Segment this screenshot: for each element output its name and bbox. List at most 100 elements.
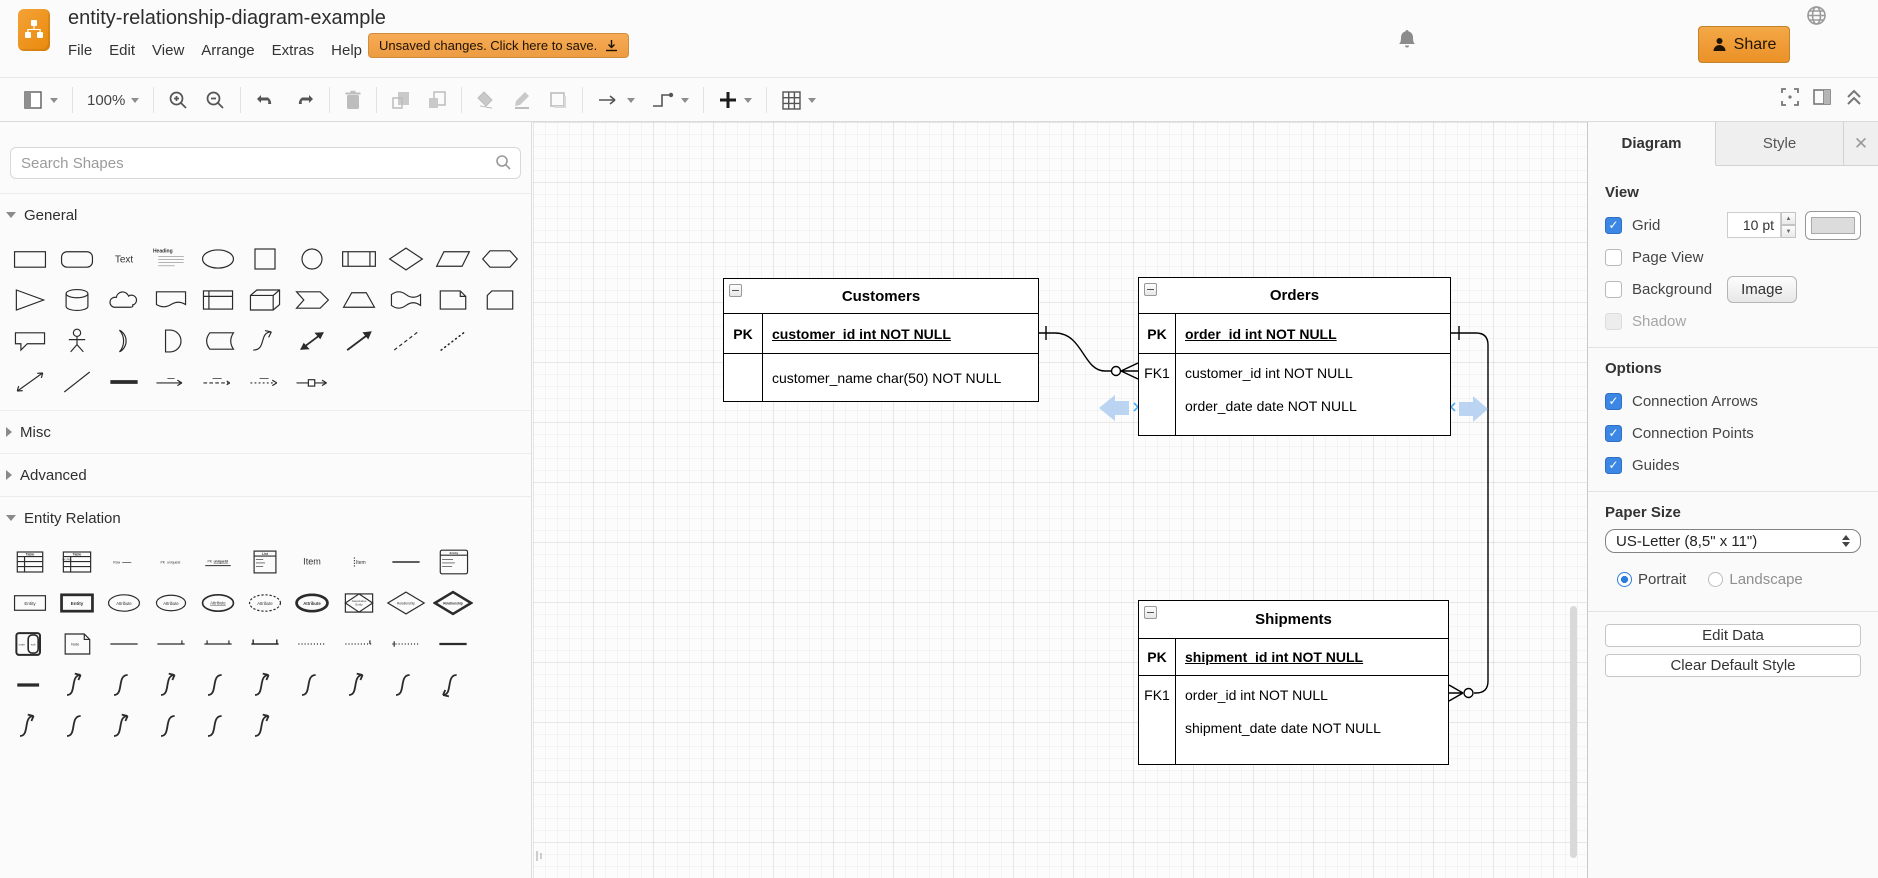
shape-link-tick[interactable] (147, 623, 194, 664)
shape-dashed-line[interactable] (382, 320, 429, 361)
shape-scurve[interactable] (194, 664, 241, 705)
grid-size-input[interactable] (1727, 212, 1781, 238)
shape-text[interactable]: Text (100, 238, 147, 279)
shape-scurve-arrow[interactable] (241, 705, 288, 746)
shape-list[interactable]: List (241, 541, 288, 582)
entity-row[interactable]: PK shipment_id int NOT NULL (1139, 639, 1448, 676)
shape-relationship[interactable]: Relationship (382, 582, 429, 623)
menu-help[interactable]: Help (331, 42, 362, 59)
shape-link-edge[interactable] (147, 361, 194, 402)
entity-row[interactable]: customer_name char(50) NOT NULL (724, 354, 1038, 401)
shape-data-storage[interactable] (194, 320, 241, 361)
shape-cylinder[interactable] (53, 279, 100, 320)
collapse-toolbar-icon[interactable] (1844, 87, 1864, 107)
shape-internal-storage[interactable] (194, 279, 241, 320)
shape-bidirectional-connector[interactable] (6, 361, 53, 402)
shape-attribute[interactable]: Attribute (100, 582, 147, 623)
entity-row[interactable]: PK order_id int NOT NULL (1139, 314, 1450, 354)
menu-arrange[interactable]: Arrange (201, 42, 254, 59)
shape-link-dotted[interactable] (288, 623, 335, 664)
shape-row-pk-underlined[interactable]: PK uniqueId (194, 541, 241, 582)
connection-style-tool[interactable] (589, 85, 643, 115)
edit-data-button[interactable]: Edit Data (1605, 624, 1861, 647)
shape-process[interactable] (335, 238, 382, 279)
tab-diagram[interactable]: Diagram (1588, 122, 1716, 166)
section-general[interactable]: General (0, 193, 531, 236)
grid-size-stepper[interactable]: ▲ ▼ (1781, 212, 1796, 238)
app-logo-icon[interactable] (18, 9, 50, 51)
paper-size-select[interactable]: US-Letter (8,5" x 11") (1605, 529, 1861, 553)
canvas-resize-icon[interactable] (535, 849, 545, 867)
zoom-in-button[interactable] (160, 85, 197, 115)
shape-scurve[interactable] (288, 664, 335, 705)
collapse-icon[interactable] (1144, 606, 1157, 619)
shadow-checkbox[interactable] (1605, 312, 1622, 330)
shape-dashed-edge[interactable] (194, 361, 241, 402)
shape-dashed-edge-2[interactable] (241, 361, 288, 402)
tab-style[interactable]: Style (1716, 122, 1844, 165)
collapse-icon[interactable] (729, 284, 742, 297)
notifications-bell-icon[interactable] (1396, 28, 1418, 52)
menu-edit[interactable]: Edit (109, 42, 135, 59)
section-misc[interactable]: Misc (0, 410, 531, 453)
table-tool[interactable] (773, 85, 824, 115)
shape-scurve[interactable] (147, 705, 194, 746)
page-view-tool[interactable] (14, 85, 66, 115)
shape-note-er[interactable]: Note (53, 623, 100, 664)
entity-customers[interactable]: Customers PK customer_id int NOT NULL cu… (723, 278, 1039, 402)
shape-parallelogram[interactable] (429, 238, 476, 279)
shape-link-dotted-3[interactable] (382, 623, 429, 664)
shape-associative-entity[interactable]: Associative Entity (335, 582, 382, 623)
zoom-level-dropdown[interactable]: 100% (79, 85, 147, 115)
shape-tape[interactable] (382, 279, 429, 320)
redo-button[interactable] (285, 85, 323, 115)
shape-or[interactable] (100, 320, 147, 361)
undo-button[interactable] (247, 85, 285, 115)
shape-scurve-arrow-down[interactable] (429, 664, 476, 705)
shape-link-tick-2[interactable] (194, 623, 241, 664)
close-panel-icon[interactable]: ✕ (1844, 122, 1878, 165)
shape-entity-bold[interactable]: Entity (53, 582, 100, 623)
menu-extras[interactable]: Extras (272, 42, 315, 59)
entity-row[interactable]: PK customer_id int NOT NULL (724, 314, 1038, 354)
shape-ellipse[interactable] (194, 238, 241, 279)
shape-curve[interactable] (241, 320, 288, 361)
shape-card[interactable] (476, 279, 523, 320)
search-shapes-input[interactable] (10, 147, 521, 179)
shape-edge-bold[interactable] (6, 664, 53, 705)
fill-color-button[interactable] (468, 85, 504, 115)
unsaved-changes-banner[interactable]: Unsaved changes. Click here to save. (368, 33, 630, 58)
shape-relationship-bold[interactable]: Relationship (429, 582, 476, 623)
delete-button[interactable] (336, 85, 370, 115)
entity-row[interactable]: FK1 order_id int NOT NULL (1139, 676, 1448, 714)
shape-hexagon[interactable] (476, 238, 523, 279)
shape-line[interactable] (53, 361, 100, 402)
background-checkbox[interactable] (1605, 280, 1622, 298)
shape-actor[interactable] (53, 320, 100, 361)
section-entity-relation[interactable]: Entity Relation (0, 496, 531, 539)
shape-arrow[interactable] (335, 320, 382, 361)
connection-arrows-checkbox[interactable]: ✓ (1605, 392, 1622, 410)
entity-orders[interactable]: Orders PK order_id int NOT NULL FK1 cust… (1138, 277, 1451, 436)
shape-attribute-2[interactable]: Attribute (147, 582, 194, 623)
shape-item[interactable]: Item (335, 541, 382, 582)
shape-bidirectional-arrow[interactable] (288, 320, 335, 361)
to-back-button[interactable] (419, 85, 455, 115)
shape-scurve-arrow[interactable] (335, 664, 382, 705)
zoom-out-button[interactable] (197, 85, 234, 115)
shape-dotted-line[interactable] (429, 320, 476, 361)
shape-hline[interactable] (382, 541, 429, 582)
grid-color-button[interactable] (1805, 210, 1861, 240)
shape-circle[interactable] (288, 238, 335, 279)
shadow-button[interactable] (540, 85, 576, 115)
entity-row[interactable]: FK1 customer_id int NOT NULL (1139, 354, 1450, 392)
shape-scurve-arrow[interactable] (53, 664, 100, 705)
shape-scurve[interactable] (194, 705, 241, 746)
shape-attribute-dashed[interactable]: Attribute (241, 582, 288, 623)
shape-link-bold[interactable] (429, 623, 476, 664)
shape-scurve[interactable] (100, 664, 147, 705)
shape-table[interactable]: Table (6, 541, 53, 582)
shape-scurve-arrow[interactable] (241, 664, 288, 705)
collapse-icon[interactable] (1144, 283, 1157, 296)
shape-link-dotted-2[interactable] (335, 623, 382, 664)
